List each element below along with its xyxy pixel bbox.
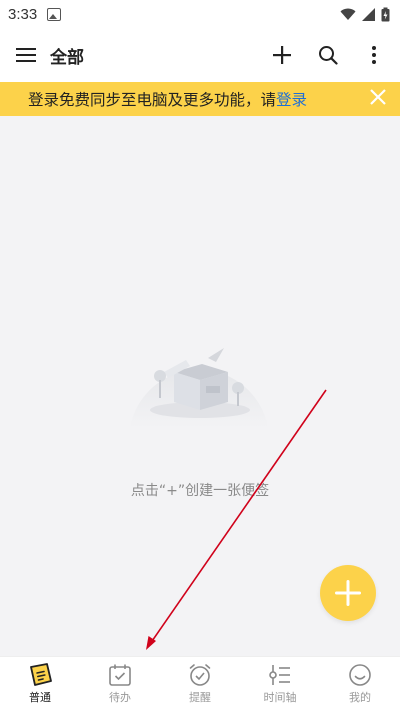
signal-icon (362, 7, 375, 21)
tab-label: 我的 (349, 691, 371, 704)
tab-timeline[interactable]: 时间轴 (240, 657, 320, 711)
tab-mine[interactable]: 我的 (320, 657, 400, 711)
login-banner: 登录免费同步至电脑及更多功能，请 登录 (0, 82, 400, 116)
login-link[interactable]: 登录 (276, 88, 307, 110)
tab-normal[interactable]: 普通 (0, 657, 80, 711)
bottom-tab-bar: 普通 待办 提醒 时间轴 我的 (0, 656, 400, 711)
top-toolbar: 全部 (0, 28, 400, 82)
tab-label: 普通 (29, 691, 51, 704)
tab-label: 提醒 (189, 691, 211, 704)
todo-icon (109, 664, 131, 686)
status-bar: 3:33 (0, 0, 400, 28)
search-icon[interactable] (316, 43, 340, 67)
empty-box-illustration (130, 348, 268, 428)
battery-icon (381, 7, 390, 21)
tab-label: 时间轴 (263, 691, 297, 704)
tab-reminder[interactable]: 提醒 (160, 657, 240, 711)
banner-text: 登录免费同步至电脑及更多功能，请 (28, 91, 277, 109)
more-vertical-icon[interactable] (362, 43, 386, 67)
status-icons (340, 7, 390, 22)
create-note-button[interactable] (320, 565, 376, 621)
gallery-notification-icon (47, 7, 62, 21)
status-time: 3:33 (8, 5, 38, 23)
menu-icon[interactable] (14, 43, 38, 67)
tab-label: 待办 (109, 691, 131, 704)
wifi-icon (340, 8, 356, 20)
empty-message: 点击“+”创建一张便签 (130, 483, 270, 499)
alarm-icon (189, 664, 211, 686)
page-title: 全部 (50, 47, 84, 68)
timeline-icon (269, 665, 290, 685)
close-icon[interactable] (370, 89, 386, 109)
plus-icon (335, 580, 361, 606)
smile-icon (349, 664, 371, 686)
add-icon[interactable] (270, 43, 294, 67)
tab-todo[interactable]: 待办 (80, 657, 160, 711)
note-icon (30, 663, 52, 686)
